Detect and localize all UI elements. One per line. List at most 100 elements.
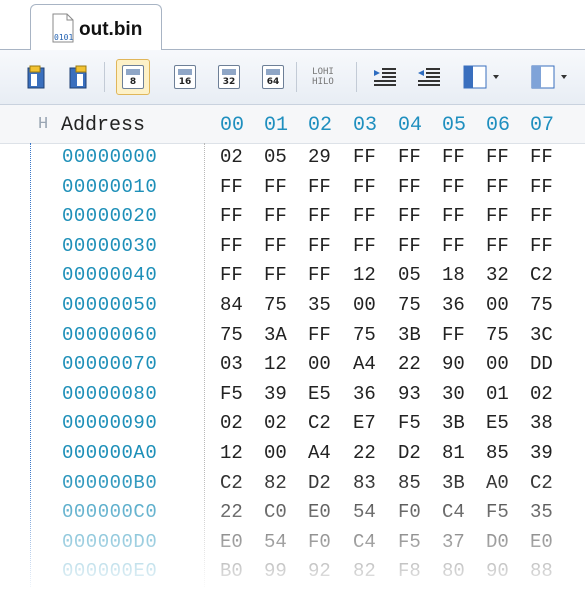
bytes-16-button[interactable]: 16 bbox=[170, 62, 200, 92]
hex-byte[interactable]: 75 bbox=[486, 324, 509, 346]
hex-byte[interactable]: 82 bbox=[353, 560, 376, 582]
hex-byte[interactable]: FF bbox=[264, 176, 287, 198]
hex-byte[interactable]: 35 bbox=[530, 501, 553, 523]
hex-byte[interactable]: F0 bbox=[308, 531, 331, 553]
hex-byte[interactable]: FF bbox=[353, 146, 376, 168]
table-row[interactable]: 000000A0 12 00 A4 22 D2 81 85 39 bbox=[0, 442, 585, 471]
hex-byte[interactable]: 75 bbox=[398, 294, 421, 316]
hex-byte[interactable]: F5 bbox=[398, 531, 421, 553]
hex-byte[interactable]: FF bbox=[264, 264, 287, 286]
hex-byte[interactable]: FF bbox=[220, 176, 243, 198]
copy-right-button[interactable] bbox=[64, 62, 94, 92]
hex-byte[interactable]: A4 bbox=[308, 442, 331, 464]
hex-byte[interactable]: FF bbox=[308, 176, 331, 198]
hex-byte[interactable]: 30 bbox=[442, 383, 465, 405]
hex-byte[interactable]: 88 bbox=[530, 560, 553, 582]
hex-byte[interactable]: FF bbox=[486, 235, 509, 257]
hex-byte[interactable]: 05 bbox=[398, 264, 421, 286]
hex-column-header[interactable]: 02 bbox=[308, 114, 332, 137]
hex-byte[interactable]: E7 bbox=[353, 412, 376, 434]
hex-byte[interactable]: 01 bbox=[486, 383, 509, 405]
hex-byte[interactable]: 90 bbox=[486, 560, 509, 582]
hex-byte[interactable]: E5 bbox=[486, 412, 509, 434]
hex-byte[interactable]: FF bbox=[308, 324, 331, 346]
hex-byte[interactable]: 35 bbox=[308, 294, 331, 316]
hex-byte[interactable]: 02 bbox=[220, 146, 243, 168]
hex-byte[interactable]: FF bbox=[530, 235, 553, 257]
hex-byte[interactable]: 02 bbox=[530, 383, 553, 405]
hex-byte[interactable]: 80 bbox=[442, 560, 465, 582]
hex-byte[interactable]: FF bbox=[398, 146, 421, 168]
table-row[interactable]: 00000090 02 02 C2 E7 F5 3B E5 38 bbox=[0, 412, 585, 441]
hex-column-header[interactable]: 01 bbox=[264, 114, 288, 137]
hex-byte[interactable]: FF bbox=[353, 205, 376, 227]
hex-byte[interactable]: F8 bbox=[398, 560, 421, 582]
table-row[interactable]: 00000010 FF FF FF FF FF FF FF FF bbox=[0, 176, 585, 205]
hex-byte[interactable]: FF bbox=[398, 205, 421, 227]
hex-byte[interactable]: 05 bbox=[264, 146, 287, 168]
table-row[interactable]: 00000060 75 3A FF 75 3B FF 75 3C bbox=[0, 324, 585, 353]
hex-byte[interactable]: 03 bbox=[220, 353, 243, 375]
hex-byte[interactable]: FF bbox=[486, 176, 509, 198]
hex-byte[interactable]: 02 bbox=[264, 412, 287, 434]
panel-right-button[interactable] bbox=[530, 62, 574, 92]
hex-byte[interactable]: FF bbox=[353, 235, 376, 257]
hex-byte[interactable]: A0 bbox=[486, 472, 509, 494]
hex-byte[interactable]: FF bbox=[442, 324, 465, 346]
table-row[interactable]: 00000050 84 75 35 00 75 36 00 75 bbox=[0, 294, 585, 323]
hex-byte[interactable]: 36 bbox=[442, 294, 465, 316]
hex-byte[interactable]: 39 bbox=[264, 383, 287, 405]
bytes-64-button[interactable]: 64 bbox=[258, 62, 288, 92]
hex-byte[interactable]: D2 bbox=[308, 472, 331, 494]
hex-byte[interactable]: FF bbox=[308, 235, 331, 257]
hex-byte[interactable]: FF bbox=[530, 146, 553, 168]
hex-byte[interactable]: C4 bbox=[353, 531, 376, 553]
hex-byte[interactable]: E5 bbox=[308, 383, 331, 405]
hex-byte[interactable]: FF bbox=[442, 146, 465, 168]
hex-byte[interactable]: C4 bbox=[442, 501, 465, 523]
indent-left-button[interactable] bbox=[370, 62, 400, 92]
hex-byte[interactable]: FF bbox=[308, 264, 331, 286]
hex-byte[interactable]: 75 bbox=[220, 324, 243, 346]
hex-byte[interactable]: 99 bbox=[264, 560, 287, 582]
hex-byte[interactable]: 32 bbox=[486, 264, 509, 286]
hex-byte[interactable]: 12 bbox=[220, 442, 243, 464]
hex-byte[interactable]: FF bbox=[530, 205, 553, 227]
hex-byte[interactable]: 22 bbox=[353, 442, 376, 464]
hex-byte[interactable]: 93 bbox=[398, 383, 421, 405]
hex-byte[interactable]: B0 bbox=[220, 560, 243, 582]
hex-byte[interactable]: 29 bbox=[308, 146, 331, 168]
hex-byte[interactable]: 54 bbox=[353, 501, 376, 523]
hex-column-header[interactable]: 05 bbox=[442, 114, 466, 137]
address-column-header[interactable]: Address bbox=[61, 114, 145, 137]
hex-byte[interactable]: 18 bbox=[442, 264, 465, 286]
hex-column-header[interactable]: 00 bbox=[220, 114, 244, 137]
hex-byte[interactable]: FF bbox=[442, 235, 465, 257]
table-row[interactable]: 000000B0 C2 82 D2 83 85 3B A0 C2 bbox=[0, 472, 585, 501]
hex-byte[interactable]: 00 bbox=[486, 353, 509, 375]
hex-byte[interactable]: FF bbox=[220, 235, 243, 257]
table-row[interactable]: 00000020 FF FF FF FF FF FF FF FF bbox=[0, 205, 585, 234]
hex-byte[interactable]: FF bbox=[398, 235, 421, 257]
copy-left-button[interactable] bbox=[22, 62, 52, 92]
hex-column-header[interactable]: 03 bbox=[353, 114, 377, 137]
hex-byte[interactable]: 90 bbox=[442, 353, 465, 375]
hex-byte[interactable]: 00 bbox=[264, 442, 287, 464]
hex-byte[interactable]: 22 bbox=[220, 501, 243, 523]
hex-byte[interactable]: E0 bbox=[530, 531, 553, 553]
table-row[interactable]: 00000030 FF FF FF FF FF FF FF FF bbox=[0, 235, 585, 264]
hex-byte[interactable]: 3B bbox=[442, 472, 465, 494]
hex-byte[interactable]: F5 bbox=[486, 501, 509, 523]
hex-byte[interactable]: 85 bbox=[398, 472, 421, 494]
hex-byte[interactable]: 75 bbox=[530, 294, 553, 316]
hex-byte[interactable]: 3B bbox=[398, 324, 421, 346]
table-row[interactable]: 000000D0 E0 54 F0 C4 F5 37 D0 E0 bbox=[0, 531, 585, 560]
panel-left-button[interactable] bbox=[462, 62, 506, 92]
hex-byte[interactable]: 39 bbox=[530, 442, 553, 464]
hex-byte[interactable]: 75 bbox=[353, 324, 376, 346]
bytes-8-button[interactable]: 8 bbox=[116, 59, 150, 95]
hex-byte[interactable]: 02 bbox=[220, 412, 243, 434]
hex-byte[interactable]: C2 bbox=[308, 412, 331, 434]
hex-byte[interactable]: 00 bbox=[308, 353, 331, 375]
hex-byte[interactable]: E0 bbox=[220, 531, 243, 553]
